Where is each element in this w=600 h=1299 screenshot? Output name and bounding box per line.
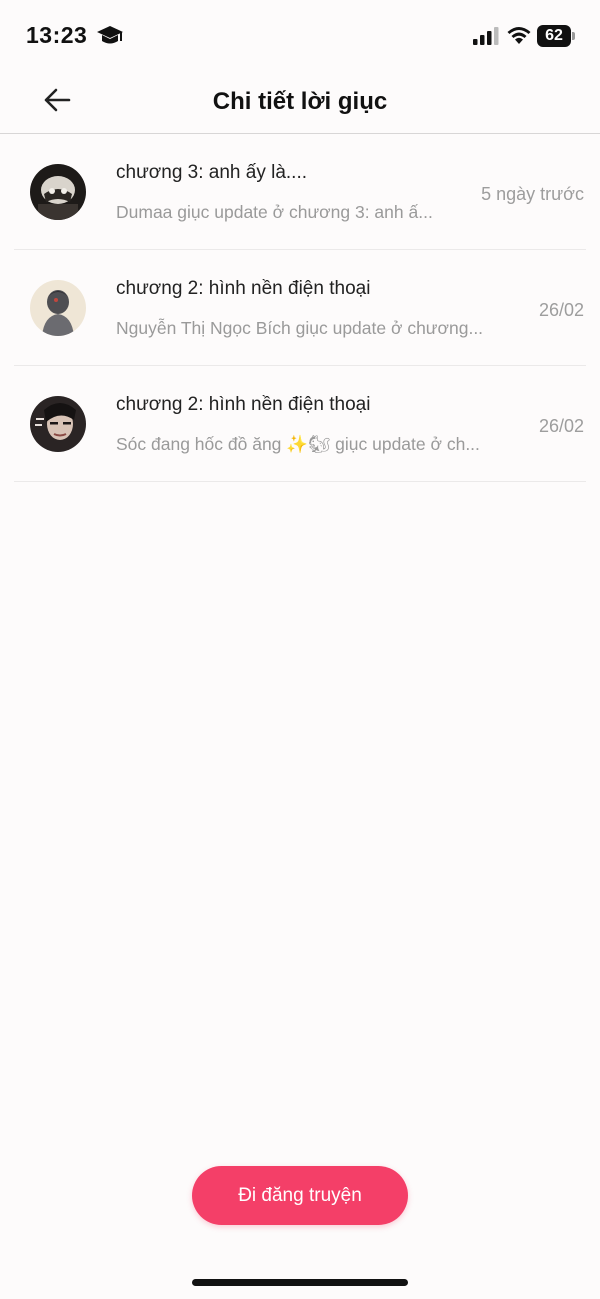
avatar	[30, 396, 86, 452]
wifi-icon	[506, 24, 532, 46]
nav-header: Chi tiết lời giục	[0, 70, 600, 134]
list-item[interactable]: chương 2: hình nền điện thoại Sóc đang h…	[14, 366, 586, 482]
graduation-cap-icon	[96, 24, 124, 48]
status-bar: 13:23 62	[0, 0, 600, 70]
cellular-signal-icon	[473, 27, 499, 45]
status-time: 13:23	[26, 22, 88, 48]
reminder-list: chương 3: anh ấy là.... Dumaa giục updat…	[0, 134, 600, 482]
battery-nub	[572, 32, 575, 40]
item-subtitle: Sóc đang hốc đồ ăng ✨🐿 giục update ở ch.…	[116, 434, 480, 454]
item-subtitle: Dumaa giục update ở chương 3: anh ấ...	[116, 202, 433, 222]
item-time: 26/02	[538, 416, 584, 436]
item-title: chương 2: hình nền điện thoại	[116, 278, 371, 299]
list-item[interactable]: chương 3: anh ấy là.... Dumaa giục updat…	[14, 134, 586, 250]
item-title: chương 2: hình nền điện thoại	[116, 394, 371, 415]
item-subtitle: Nguyễn Thị Ngọc Bích giục update ở chươn…	[116, 318, 484, 338]
item-time: 5 ngày trước	[481, 184, 584, 204]
item-time: 26/02	[538, 300, 584, 320]
post-story-button[interactable]: Đi đăng truyện	[192, 1166, 408, 1225]
avatar	[30, 280, 86, 336]
page-title: Chi tiết lời giục	[212, 88, 388, 115]
home-indicator[interactable]	[192, 1279, 408, 1286]
list-item[interactable]: chương 2: hình nền điện thoại Nguyễn Thị…	[14, 250, 586, 366]
battery-indicator: 62	[537, 25, 571, 47]
avatar	[30, 164, 86, 220]
item-title: chương 3: anh ấy là....	[116, 162, 308, 183]
